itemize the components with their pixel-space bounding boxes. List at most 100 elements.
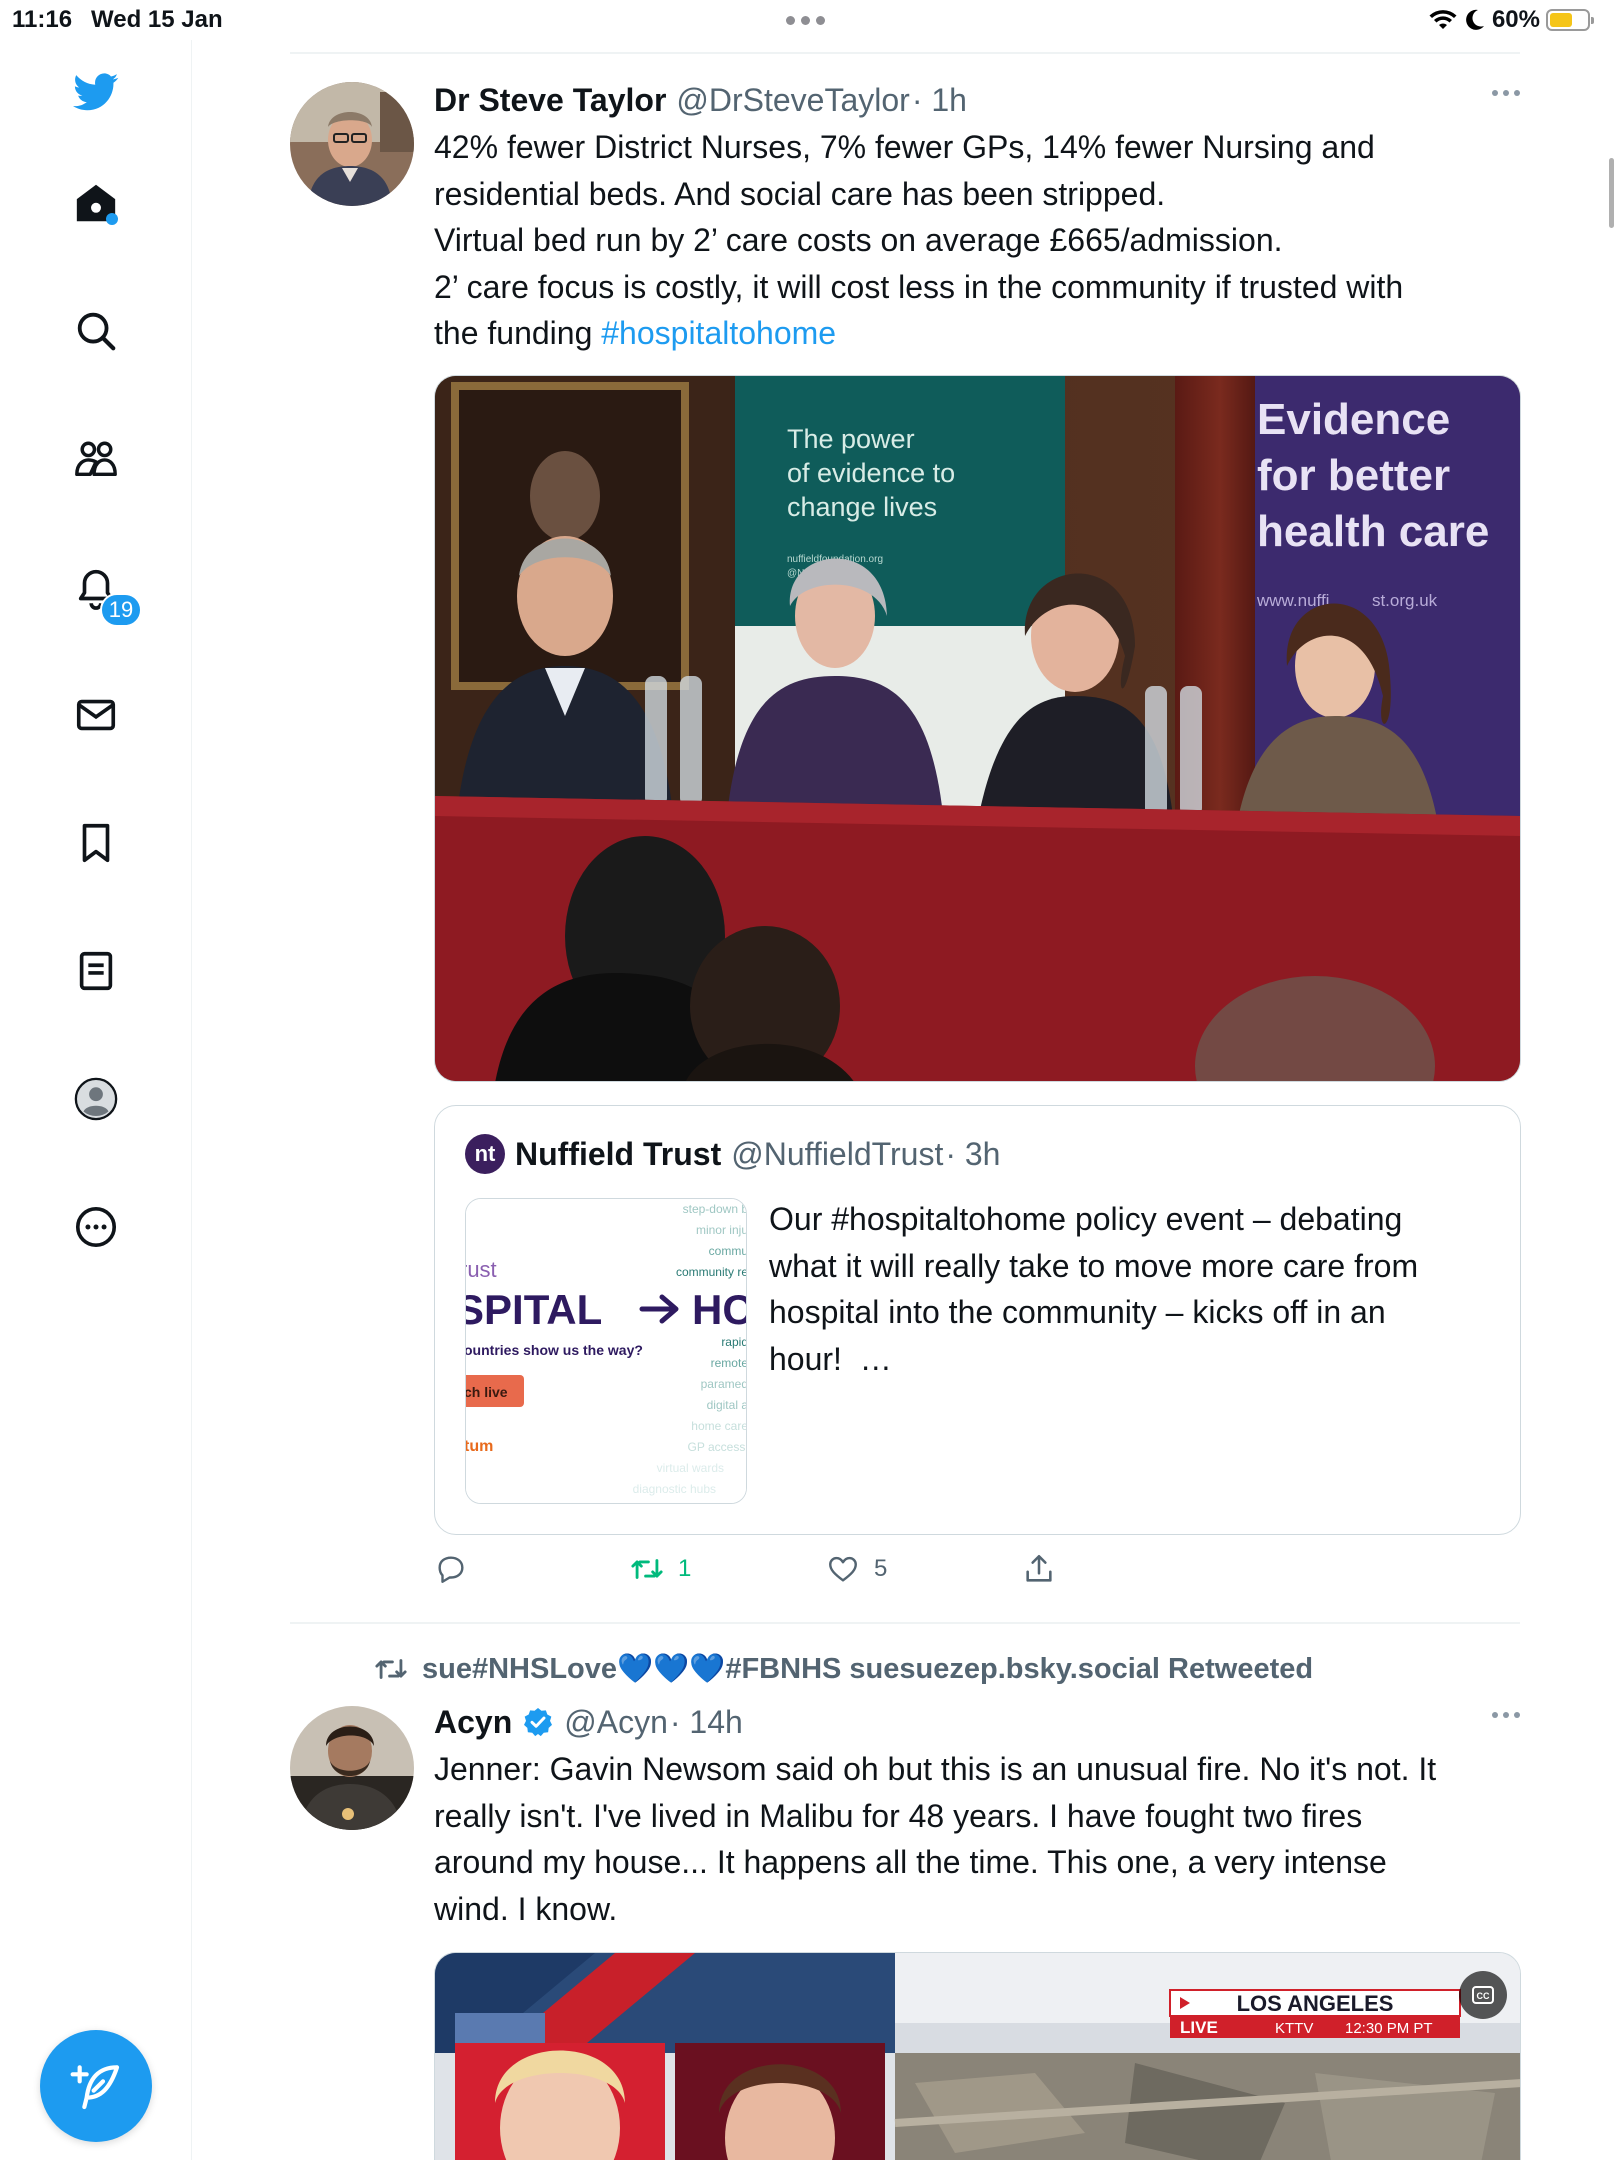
multitasking-dots-icon[interactable] bbox=[786, 16, 825, 25]
tweet-time[interactable]: · 14h bbox=[670, 1702, 743, 1742]
panel-event-photo: The power of evidence to change lives nu… bbox=[435, 376, 1520, 1081]
news-broadcast-frame: LOS ANGELES LIVE KTTV 12:30 PM PT CC bbox=[435, 1953, 1520, 2160]
tweet-photo[interactable]: The power of evidence to change lives nu… bbox=[434, 375, 1521, 1082]
word-cloud-term: paramed bbox=[701, 1377, 747, 1391]
status-time: 11:16 bbox=[12, 6, 73, 33]
nuffield-logo-icon[interactable]: nt bbox=[465, 1134, 505, 1174]
word-cloud-term: GP accessi bbox=[688, 1440, 747, 1454]
broadcast-station: KTTV bbox=[1275, 2020, 1313, 2037]
word-cloud-term: virtual wards bbox=[657, 1461, 724, 1475]
reply-button[interactable] bbox=[434, 1552, 468, 1586]
notifications-badge: 19 bbox=[100, 593, 142, 627]
word-cloud-term: remote bbox=[711, 1356, 747, 1370]
retweet-icon bbox=[631, 1559, 663, 1579]
heart-icon bbox=[829, 1556, 857, 1582]
scrollbar-thumb[interactable] bbox=[1609, 158, 1614, 228]
promo-brand-fragment: rust bbox=[466, 1257, 497, 1282]
quote-thumbnail[interactable]: step-down b minor inju commu community r… bbox=[465, 1198, 747, 1504]
sidebar-item-communities[interactable] bbox=[68, 431, 124, 487]
status-bar: 11:16 Wed 15 Jan 60% bbox=[0, 0, 1620, 40]
quote-author-name[interactable]: Nuffield Trust bbox=[515, 1136, 721, 1173]
word-cloud-term: rapid bbox=[721, 1335, 747, 1349]
author-name[interactable]: Dr Steve Taylor bbox=[434, 80, 666, 120]
sidebar-item-messages[interactable] bbox=[68, 687, 124, 743]
tweet-line: Jenner: Gavin Newsom said oh but this is… bbox=[434, 1751, 1437, 1787]
compose-feather-icon bbox=[70, 2065, 120, 2110]
tweet-line-text: the funding bbox=[434, 315, 602, 351]
sidebar-item-bookmarks[interactable] bbox=[68, 815, 124, 871]
envelope-icon bbox=[76, 699, 116, 731]
tweet-header: Dr Steve Taylor @DrSteveTaylor · 1h bbox=[434, 80, 1520, 120]
communities-icon bbox=[75, 441, 117, 477]
word-cloud-term: community re bbox=[676, 1265, 747, 1279]
retweet-button[interactable]: 1 bbox=[630, 1552, 691, 1586]
status-date: Wed 15 Jan bbox=[91, 6, 223, 33]
quote-time: · 3h bbox=[945, 1135, 1001, 1172]
tweet-line: residential beds. And social care has be… bbox=[434, 175, 1166, 212]
author-name[interactable]: Acyn bbox=[434, 1702, 512, 1742]
reply-icon bbox=[438, 1556, 464, 1583]
tweet-line: 2’ care focus is costly, it will cost le… bbox=[434, 268, 1404, 305]
banner-purple-line3: health care bbox=[1257, 507, 1489, 556]
status-right: 60% bbox=[1428, 6, 1594, 34]
compose-tweet-button[interactable] bbox=[40, 2030, 152, 2142]
quote-line: what it will really take to move more ca… bbox=[769, 1247, 1419, 1284]
event-promo-image: step-down b minor inju commu community r… bbox=[466, 1199, 747, 1503]
quote-text: Our #hospitaltohome policy event – debat… bbox=[769, 1196, 1489, 1382]
word-cloud-term: diagnostic hubs bbox=[633, 1482, 716, 1496]
banner-purple-line2: for better bbox=[1257, 451, 1450, 500]
promo-subtitle: ountries show us the way? bbox=[466, 1342, 643, 1358]
share-button[interactable] bbox=[1022, 1552, 1056, 1586]
tweet-line: 42% fewer District Nurses, 7% fewer GPs,… bbox=[434, 129, 1375, 165]
banner-green-line1: The power bbox=[787, 424, 915, 454]
sidebar-item-lists[interactable] bbox=[68, 943, 124, 999]
tweet-text: Jenner: Gavin Newsom said oh but this is… bbox=[434, 1746, 1520, 1932]
promo-headline-left: SPITAL bbox=[466, 1286, 602, 1333]
list-icon bbox=[79, 951, 113, 991]
like-button[interactable]: 5 bbox=[826, 1552, 887, 1586]
sidebar-item-profile[interactable] bbox=[68, 1071, 124, 1127]
bookmark-icon bbox=[82, 823, 110, 863]
retweet-count: 1 bbox=[678, 1555, 692, 1582]
captions-icon[interactable]: CC bbox=[1477, 1991, 1490, 2001]
sidebar-nav: 19 bbox=[0, 40, 192, 2160]
more-circle-icon bbox=[75, 1206, 117, 1248]
feed-top-divider bbox=[290, 52, 1520, 54]
quote-line: Our #hospitaltohome policy event – debat… bbox=[769, 1201, 1403, 1237]
quote-header: nt Nuffield Trust @NuffieldTrust · 3h bbox=[465, 1134, 1000, 1174]
broadcast-live: LIVE bbox=[1180, 2018, 1218, 2037]
avatar[interactable] bbox=[290, 1706, 414, 1830]
tweet-line: really isn't. I've lived in Malibu for 4… bbox=[434, 1797, 1363, 1834]
broadcast-time: 12:30 PM PT bbox=[1345, 2020, 1433, 2037]
hashtag-link[interactable]: #hospitaltohome bbox=[601, 315, 836, 351]
author-handle[interactable]: @DrSteveTaylor bbox=[676, 80, 909, 120]
tweet-time[interactable]: · 1h bbox=[912, 80, 967, 120]
quoted-tweet[interactable]: nt Nuffield Trust @NuffieldTrust · 3h st… bbox=[434, 1105, 1521, 1535]
share-icon bbox=[1026, 1554, 1052, 1582]
sidebar-item-more[interactable] bbox=[68, 1199, 124, 1255]
sidebar-item-search[interactable] bbox=[68, 303, 124, 359]
quote-line: hour! … bbox=[769, 1340, 892, 1377]
promo-sponsor: tum bbox=[466, 1438, 493, 1455]
twitter-logo-icon[interactable] bbox=[68, 64, 124, 120]
retweet-context[interactable]: sue#NHSLove💙💙💙#FBNHS suesuezep.bsky.soci… bbox=[374, 1652, 1313, 1686]
banner-green-line2: of evidence to bbox=[787, 458, 955, 488]
author-handle[interactable]: @Acyn bbox=[564, 1702, 668, 1742]
more-options-icon[interactable] bbox=[1492, 90, 1520, 96]
avatar[interactable] bbox=[290, 82, 414, 206]
banner-green-line3: change lives bbox=[787, 492, 937, 522]
banner-purple-line1: Evidence bbox=[1257, 395, 1450, 444]
search-icon bbox=[77, 312, 116, 351]
tweet-line: wind. I know. bbox=[434, 1890, 618, 1927]
retweeted-by-text[interactable]: sue#NHSLove💙💙💙#FBNHS suesuezep.bsky.soci… bbox=[422, 1652, 1313, 1686]
battery-percent: 60% bbox=[1491, 6, 1540, 33]
tweet-line: Virtual bed run by 2’ care costs on aver… bbox=[434, 222, 1283, 258]
more-options-icon[interactable] bbox=[1492, 1712, 1520, 1718]
tweet-video[interactable]: LOS ANGELES LIVE KTTV 12:30 PM PT CC bbox=[434, 1952, 1521, 2160]
profile-avatar-icon bbox=[74, 1077, 118, 1121]
tweet-line: the funding #hospitaltohome bbox=[434, 310, 1520, 357]
quote-author-handle[interactable]: @NuffieldTrust bbox=[731, 1136, 943, 1173]
quote-line: hospital into the community – kicks off … bbox=[769, 1294, 1386, 1330]
like-count: 5 bbox=[874, 1555, 888, 1582]
word-cloud-term: minor inju bbox=[696, 1223, 747, 1237]
